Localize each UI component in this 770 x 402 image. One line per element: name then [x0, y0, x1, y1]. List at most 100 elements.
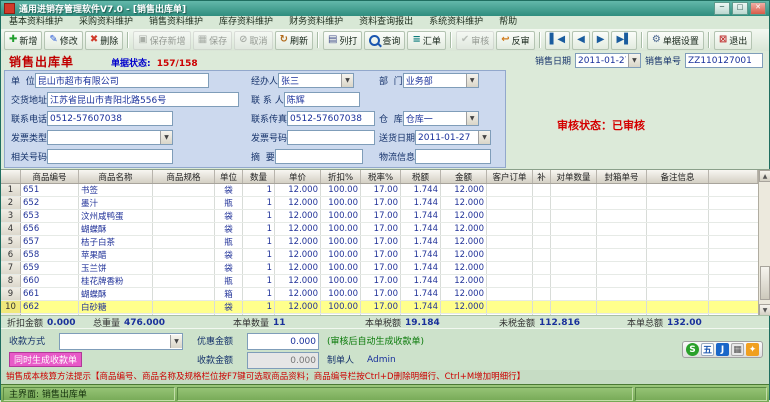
table-row-6[interactable]: 6 658 苹果醋袋 1 12.000 100.00 17.00 1.744 12.000 — [1, 249, 758, 262]
grid-column-header-2[interactable]: 商品名称 — [79, 170, 153, 183]
agent-dropdown-icon[interactable]: ▼ — [341, 74, 354, 87]
wubi-icon[interactable]: 五 — [701, 343, 714, 356]
toolbar-button-delete[interactable]: ✖ 删除 — [84, 30, 124, 50]
grid-column-header-12[interactable]: 补 — [533, 170, 551, 183]
table-cell: 659 — [21, 262, 79, 274]
toolbar-button-nav-first[interactable]: ▌◀ — [544, 30, 571, 50]
invoice-no-input[interactable] — [287, 130, 376, 145]
toolbar-button-add[interactable]: ✚ 新增 — [4, 30, 43, 50]
address-input[interactable]: 江苏省昆山市青阳北路556号 — [47, 92, 240, 107]
sale-no-input[interactable]: ZZ110127001 — [685, 53, 763, 68]
grid-column-header-9[interactable]: 税额 — [401, 170, 441, 183]
table-row-9[interactable]: 9 661 蝴蝶酥箱 1 12.000 100.00 17.00 1.744 12.000 — [1, 288, 758, 301]
toolbar-button-edit[interactable]: ✎ 修改 — [44, 30, 83, 50]
toolbar-button-refresh[interactable]: ↻ 刷新 — [274, 30, 313, 50]
scroll-thumb[interactable] — [760, 266, 770, 300]
menu-item-4[interactable]: 财务资料维护 — [281, 16, 351, 29]
calendar-dropdown-icon[interactable]: ▼ — [627, 54, 640, 67]
grid-column-header-6[interactable]: 单价 — [275, 170, 321, 183]
table-cell: 1.744 — [401, 301, 441, 313]
grid-column-header-1[interactable]: 商品编号 — [21, 170, 79, 183]
phone-input[interactable]: 0512-57607038 — [47, 111, 174, 126]
fax-input[interactable]: 0512-57607038 — [287, 111, 376, 126]
dept-input[interactable]: 业务部 ▼ — [402, 73, 479, 88]
table-row-7[interactable]: 7 659 玉兰饼袋 1 12.000 100.00 17.00 1.744 12.000 — [1, 262, 758, 275]
toolbar-button-unaudit[interactable]: ↩ 反审 — [496, 30, 535, 50]
grid-body: 1 651 书签袋 1 12.000 100.00 17.00 1.744 12.000 2 652… — [1, 184, 758, 315]
menu-item-1[interactable]: 采购资料维护 — [71, 16, 141, 29]
toolbar-button-exit[interactable]: ⊠ 退出 — [713, 30, 753, 50]
discount-amount-input[interactable]: 0.000 — [247, 333, 319, 350]
table-row-4[interactable]: 4 656 蝴蝶酥袋 1 12.000 100.00 17.00 1.744 12.000 — [1, 223, 758, 236]
delivery-date-dropdown-icon[interactable]: ▼ — [478, 131, 491, 144]
warehouse-input[interactable]: 仓库一 ▼ — [402, 111, 479, 126]
invoice-type-select[interactable]: ▼ — [47, 130, 174, 145]
delivery-date-input[interactable]: 2011-01-27 ▼ — [415, 130, 492, 145]
toolbar-button-label: 退出 — [729, 36, 748, 47]
customer-input[interactable]: 昆山市超市有限公司 — [34, 73, 209, 88]
grid-column-header-5[interactable]: 数量 — [243, 170, 275, 183]
logistics-input[interactable] — [415, 149, 492, 164]
menu-item-5[interactable]: 资料查询报出 — [351, 16, 421, 29]
toolbar-button-nav-last[interactable]: ▶▌ — [611, 30, 637, 50]
payment-method-select[interactable]: ▼ — [59, 333, 183, 350]
agent-input[interactable]: 张三 ▼ — [278, 73, 355, 88]
grid-column-header-8[interactable]: 税率% — [361, 170, 401, 183]
tools-icon[interactable]: ✦ — [746, 343, 759, 356]
maximize-button[interactable]: □ — [732, 2, 748, 15]
grid-column-header-11[interactable]: 客户订单 — [487, 170, 533, 183]
toolbar-button-nav-prev[interactable]: ◀ — [572, 30, 590, 50]
table-row-5[interactable]: 5 657 桔子白茶瓶 1 12.000 100.00 17.00 1.744 12.000 — [1, 236, 758, 249]
toolbar-button-settings[interactable]: ⚙ 单据设置 — [646, 30, 704, 50]
invoice-type-dropdown-icon[interactable]: ▼ — [160, 131, 173, 144]
table-row-3[interactable]: 3 653 汶州咸鸭蛋袋 1 12.000 100.00 17.00 1.744 12.000 — [1, 210, 758, 223]
sale-date-input[interactable]: 2011-01-27 ▼ — [574, 53, 641, 68]
row-number: 1 — [1, 184, 21, 196]
toolbar-button-nav-next[interactable]: ▶ — [591, 30, 610, 50]
minimize-button[interactable]: ─ — [714, 2, 730, 15]
toolbar-button-list[interactable]: ≡ 汇单 — [407, 30, 446, 50]
sogou-icon[interactable]: S — [686, 343, 699, 356]
table-row-10[interactable]: 10 662 白砂糖袋 1 12.000 100.00 17.00 1.744 12.000 — [1, 301, 758, 314]
toolbar-button-search[interactable]: 查询 — [364, 30, 406, 50]
receipt-amount-label: 收款金额 — [197, 356, 234, 366]
form-header-area: 销售出库单 单据状态: 157/158 销售日期 2011-01-27 ▼ 销售… — [1, 51, 769, 169]
grid-column-header-3[interactable]: 商品规格 — [153, 170, 215, 183]
grid-column-header-10[interactable]: 金额 — [441, 170, 487, 183]
grid-column-header-14[interactable]: 封箱单号 — [597, 170, 647, 183]
contact-input[interactable]: 陈辉 — [283, 92, 360, 107]
row-number: 8 — [1, 275, 21, 287]
menu-item-6[interactable]: 系统资料维护 — [421, 16, 491, 29]
table-row-1[interactable]: 1 651 书签袋 1 12.000 100.00 17.00 1.744 12.000 — [1, 184, 758, 197]
toolbar-button-label: 保存 — [209, 36, 228, 47]
dept-dropdown-icon[interactable]: ▼ — [465, 74, 478, 87]
menu-item-2[interactable]: 销售资料维护 — [141, 16, 211, 29]
pinyin-icon[interactable]: J — [716, 343, 729, 356]
summary-input[interactable] — [274, 149, 363, 164]
grid-column-header-7[interactable]: 折扣% — [321, 170, 361, 183]
close-button[interactable]: ✕ — [750, 2, 766, 15]
grid-column-header-4[interactable]: 单位 — [215, 170, 243, 183]
table-cell: 1 — [243, 249, 275, 261]
toolbar-button-label: 单据设置 — [662, 36, 699, 47]
auto-receipt-toggle[interactable]: 同时生成收款单 — [9, 352, 83, 367]
grid-column-header-15[interactable]: 备注信息 — [647, 170, 709, 183]
table-cell — [647, 197, 709, 209]
menu-item-3[interactable]: 库存资料维护 — [211, 16, 281, 29]
vertical-scrollbar[interactable]: ▲ ▼ — [758, 170, 770, 316]
grid-column-header-0[interactable] — [1, 170, 21, 183]
toolbar-button-print[interactable]: ▤ 列打 — [322, 30, 363, 50]
warehouse-dropdown-icon[interactable]: ▼ — [465, 112, 478, 125]
related-no-input[interactable] — [47, 149, 174, 164]
table-cell — [487, 197, 533, 209]
input-method-bar[interactable]: S 五 J ▦ ✦ — [682, 341, 763, 358]
keyboard-icon[interactable]: ▦ — [731, 343, 744, 356]
menu-item-7[interactable]: 帮助 — [491, 16, 525, 29]
payment-method-dropdown-icon[interactable]: ▼ — [170, 335, 182, 348]
row-number: 6 — [1, 249, 21, 261]
scroll-up-icon[interactable]: ▲ — [759, 170, 770, 182]
table-row-2[interactable]: 2 652 墨汁瓶 1 12.000 100.00 17.00 1.744 12.000 — [1, 197, 758, 210]
table-row-8[interactable]: 8 660 桂花牌香粉瓶 1 12.000 100.00 17.00 1.744 12.000 — [1, 275, 758, 288]
menu-item-0[interactable]: 基本资料维护 — [1, 16, 71, 29]
grid-column-header-13[interactable]: 对单数量 — [551, 170, 597, 183]
